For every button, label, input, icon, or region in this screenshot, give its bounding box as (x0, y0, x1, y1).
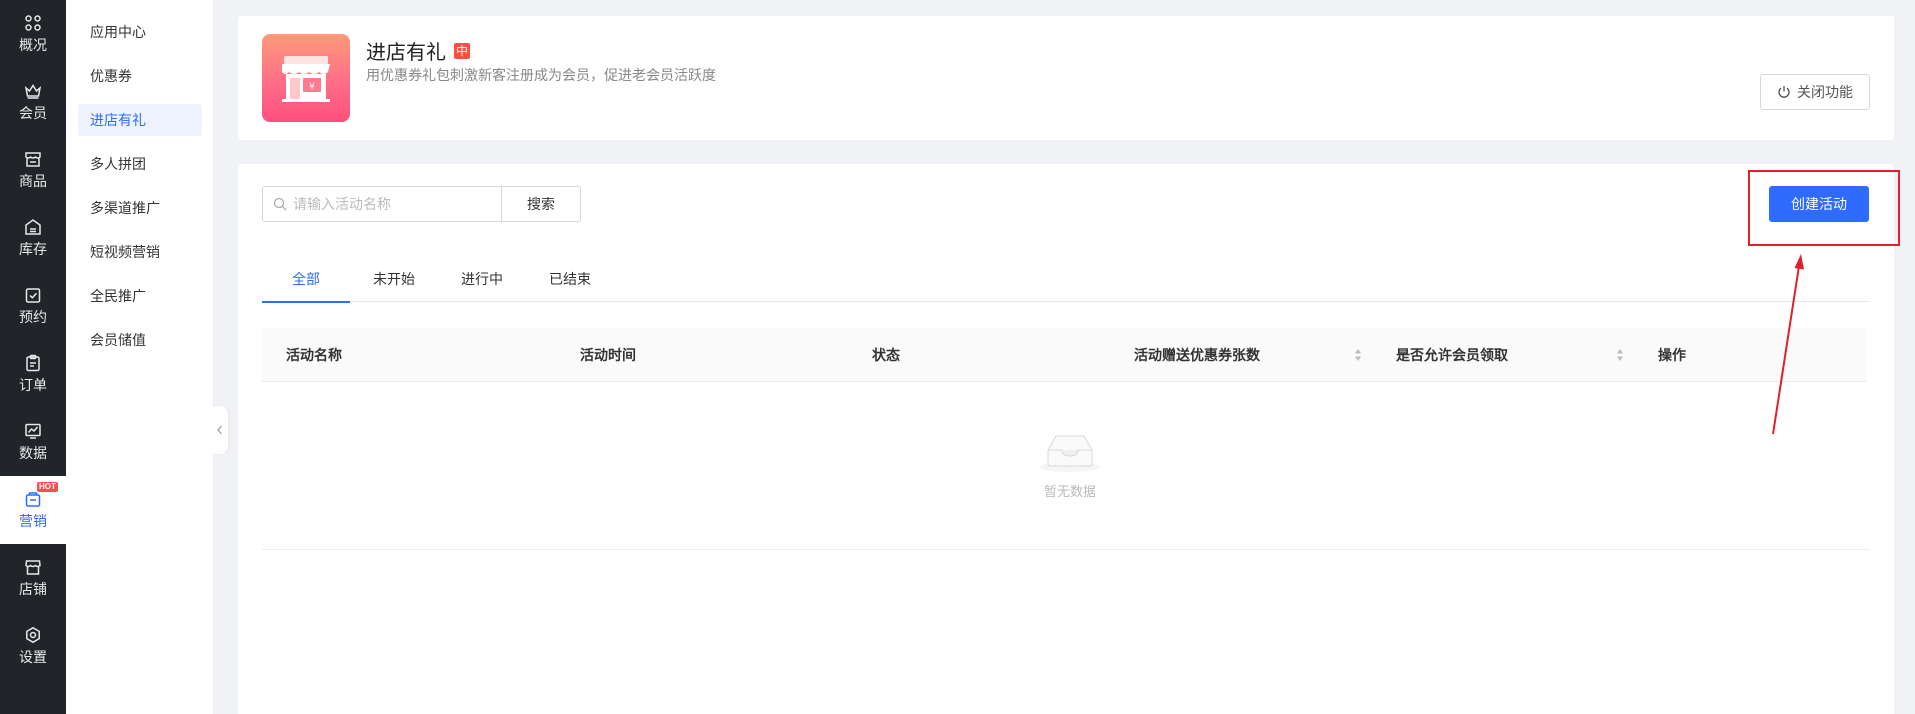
status-tabs: 全部 未开始 进行中 已结束 (262, 256, 1870, 303)
feature-header: ¥ 进店有礼 中 用优惠券礼包刺激新客注册成为会员，促进老会员活跃度 关闭功能 (238, 16, 1894, 140)
power-icon (1778, 86, 1790, 98)
page-title-text: 进店有礼 (366, 42, 446, 64)
empty-state-text: 暂无数据 (1043, 484, 1096, 499)
primary-nav: 概况 会员 商品 库存 预约 订单 数据 HOT 营销 店铺 设置 (0, 0, 66, 714)
calendar-check-icon (25, 287, 41, 303)
search-icon (273, 197, 287, 211)
nav-item-marketing[interactable]: HOT 营销 (0, 476, 66, 544)
nav-item-label: 店铺 (19, 580, 47, 597)
level-badge: 中 (454, 42, 471, 59)
nav-item-orders[interactable]: 订单 (0, 340, 66, 408)
nav-item-products[interactable]: 商品 (0, 136, 66, 204)
search-field[interactable] (262, 186, 502, 222)
nav-item-label: 订单 (19, 376, 47, 393)
activity-list-panel: 搜索 创建活动 全部 未开始 进行中 已结束 活动名称 活动时间 状态 活动赠送… (238, 164, 1894, 714)
clipboard-icon (26, 354, 40, 371)
tab-all[interactable]: 全部 (262, 256, 350, 303)
subnav-item-referral[interactable]: 全民推广 (78, 280, 202, 312)
subnav-item-group-buy[interactable]: 多人拼团 (78, 148, 202, 180)
sort-icon[interactable] (1354, 348, 1362, 362)
nav-item-settings[interactable]: 设置 (0, 612, 66, 680)
settings-icon (26, 626, 40, 643)
chevron-left-icon (217, 425, 222, 435)
tab-in-progress[interactable]: 进行中 (438, 256, 526, 302)
tab-not-started[interactable]: 未开始 (350, 256, 438, 302)
crown-icon (24, 83, 42, 99)
marketing-icon (25, 491, 41, 507)
chart-icon (25, 423, 41, 439)
close-feature-label: 关闭功能 (1797, 84, 1853, 100)
nav-item-members[interactable]: 会员 (0, 68, 66, 136)
subnav-item-store-gift[interactable]: 进店有礼 (78, 104, 202, 136)
nav-item-label: 数据 (19, 444, 47, 461)
warehouse-icon (25, 218, 41, 235)
nav-item-label: 库存 (19, 240, 47, 257)
empty-inbox-icon (1040, 435, 1100, 472)
nav-item-label: 设置 (19, 648, 47, 665)
subnav-item-short-video[interactable]: 短视频营销 (78, 236, 202, 268)
subnav-item-member-stored-value[interactable]: 会员储值 (78, 324, 202, 356)
store-gift-icon: ¥ (262, 34, 350, 122)
subnav-item-app-center[interactable]: 应用中心 (78, 16, 202, 48)
column-header-member-claim: 是否允许会员领取 (1396, 347, 1508, 363)
search-input[interactable] (293, 196, 493, 212)
sort-icon[interactable] (1616, 348, 1624, 362)
search-button[interactable]: 搜索 (501, 186, 581, 222)
empty-state: 暂无数据 (1034, 430, 1106, 500)
nav-item-label: 预约 (19, 308, 47, 325)
subnav-item-coupons[interactable]: 优惠券 (78, 60, 202, 92)
subnav-item-multichannel[interactable]: 多渠道推广 (78, 192, 202, 224)
nav-item-booking[interactable]: 预约 (0, 272, 66, 340)
annotation-highlight-box (1748, 170, 1900, 246)
shop-icon (25, 559, 41, 575)
column-header-activity-time: 活动时间 (580, 347, 636, 363)
column-header-activity-name: 活动名称 (286, 347, 342, 363)
column-header-coupon-count: 活动赠送优惠券张数 (1134, 347, 1260, 363)
table-header: 活动名称 活动时间 状态 活动赠送优惠券张数 是否允许会员领取 操作 (262, 328, 1866, 382)
column-header-actions: 操作 (1658, 347, 1686, 363)
column-header-status: 状态 (872, 347, 900, 363)
collapse-sidebar-button[interactable] (212, 406, 228, 454)
nav-item-label: 营销 (19, 512, 47, 529)
page-title: 进店有礼 中 (366, 36, 471, 65)
nav-item-inventory[interactable]: 库存 (0, 204, 66, 272)
secondary-nav: 应用中心 优惠券 进店有礼 多人拼团 多渠道推广 短视频营销 全民推广 会员储值 (66, 0, 214, 714)
store-icon (25, 151, 41, 167)
page-description: 用优惠券礼包刺激新客注册成为会员，促进老会员活跃度 (366, 67, 716, 83)
grid-icon (25, 14, 41, 31)
tab-ended[interactable]: 已结束 (526, 256, 614, 302)
nav-item-label: 概况 (19, 36, 47, 53)
nav-item-label: 会员 (19, 104, 47, 121)
nav-item-label: 商品 (19, 172, 47, 189)
nav-item-overview[interactable]: 概况 (0, 0, 66, 68)
close-feature-button[interactable]: 关闭功能 (1760, 74, 1870, 110)
hot-badge: HOT (37, 482, 58, 492)
table-body: 暂无数据 (262, 382, 1870, 550)
nav-item-data[interactable]: 数据 (0, 408, 66, 476)
svg-text:¥: ¥ (309, 82, 315, 92)
nav-item-shop[interactable]: 店铺 (0, 544, 66, 612)
